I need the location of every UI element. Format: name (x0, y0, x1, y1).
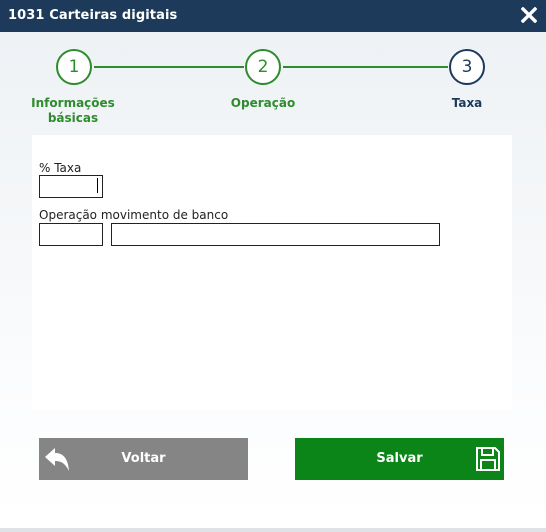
window-titlebar: 1031 Carteiras digitais (0, 0, 546, 32)
wizard-step-1-label-line2: básicas (47, 111, 99, 125)
wizard-step-2-number: 2 (257, 57, 269, 77)
wizard-connector-2-3 (283, 66, 448, 68)
wizard-step-1-label: Informações básicas (18, 96, 128, 126)
floppy-disk-icon (474, 445, 502, 477)
close-icon[interactable] (518, 4, 540, 26)
wizard-step-2-circle[interactable]: 2 (245, 49, 281, 85)
text-caret (97, 178, 98, 193)
wizard-step-2-label: Operação (230, 96, 296, 110)
wizard-step-3-circle[interactable]: 3 (449, 49, 485, 85)
wizard-step-1-number: 1 (68, 57, 80, 77)
bottom-divider (0, 528, 546, 532)
operacao-description-input[interactable] (111, 223, 440, 246)
back-button-label: Voltar (121, 451, 166, 466)
back-button[interactable]: Voltar (39, 438, 248, 480)
wizard-step-3-label: Taxa (451, 96, 483, 110)
operacao-code-input[interactable] (39, 223, 103, 246)
save-button-label: Salvar (376, 451, 423, 466)
form-panel (32, 135, 512, 410)
wizard-step-3-number: 3 (461, 57, 473, 77)
taxa-label: % Taxa (39, 161, 82, 175)
window-title: 1031 Carteiras digitais (8, 8, 178, 23)
wizard-step-1-label-line1: Informações (31, 96, 115, 110)
wizard-connector-1-2 (94, 66, 244, 68)
save-button[interactable]: Salvar (295, 438, 504, 480)
operacao-label: Operação movimento de banco (39, 208, 229, 222)
taxa-input[interactable] (39, 175, 103, 198)
wizard-step-1-circle[interactable]: 1 (56, 49, 92, 85)
